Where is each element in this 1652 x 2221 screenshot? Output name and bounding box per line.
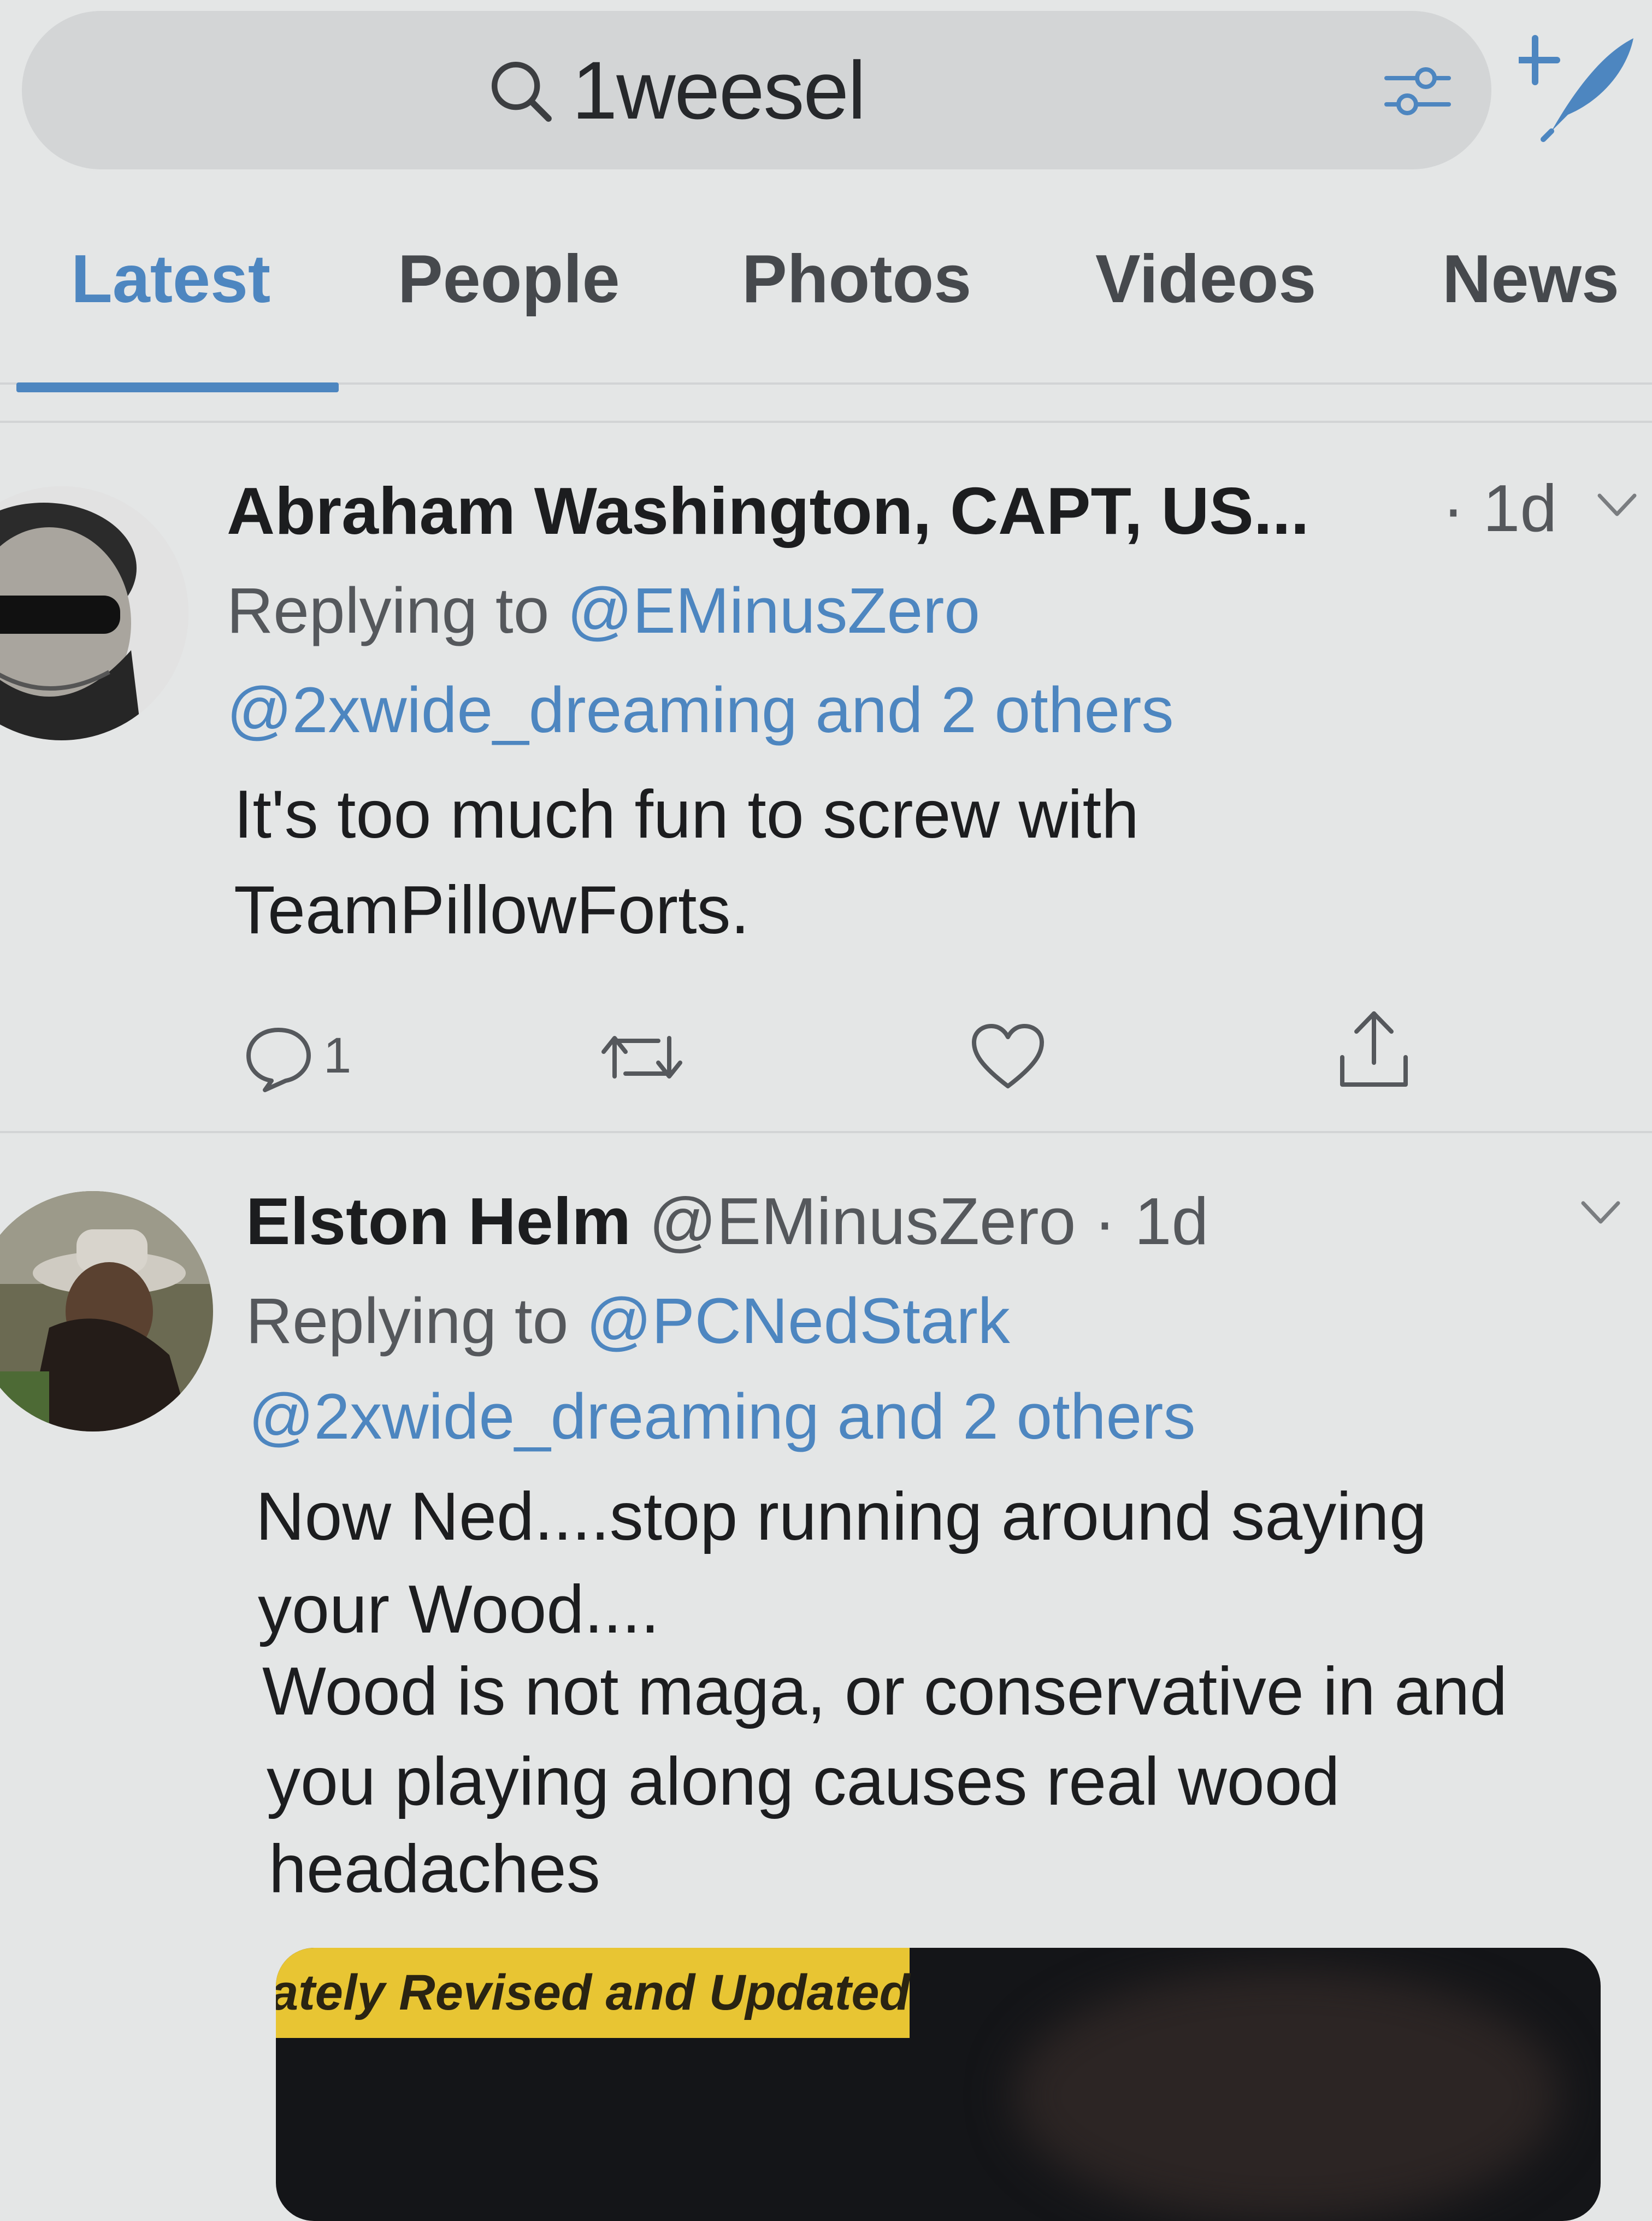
mention-link[interactable]: @EMinusZero <box>567 575 980 647</box>
media-banner: ately Revised and Updated <box>276 1948 910 2038</box>
tab-photos[interactable]: Photos <box>742 240 971 318</box>
divider <box>0 1131 1652 1133</box>
compose-tweet-icon[interactable] <box>1519 22 1639 142</box>
avatar-portrait-icon <box>0 486 188 740</box>
retweet-icon[interactable] <box>598 1027 686 1087</box>
search-query[interactable]: 1weesel <box>572 43 866 138</box>
search-field[interactable]: 1weesel <box>22 11 1491 169</box>
like-heart-icon[interactable] <box>970 1022 1046 1093</box>
mention-link[interactable]: @PCNedStark <box>586 1285 1010 1357</box>
tweet-body-line: headaches <box>269 1831 600 1907</box>
avatar[interactable] <box>0 486 188 740</box>
tweet-header: Elston Helm @EMinusZero · 1d <box>246 1183 1208 1259</box>
tweet-body-line: you playing along causes real wood <box>267 1744 1340 1819</box>
tab-videos[interactable]: Videos <box>1095 240 1316 318</box>
avatar[interactable] <box>0 1191 213 1431</box>
search-filter-icon[interactable] <box>1382 57 1453 123</box>
tweet-author-name[interactable]: Elston Helm <box>246 1184 631 1258</box>
share-icon[interactable] <box>1336 1005 1412 1093</box>
tab-latest[interactable]: Latest <box>71 240 270 318</box>
reply-count: 1 <box>323 1028 352 1083</box>
search-field-content: 1weesel <box>22 11 1491 169</box>
divider <box>0 421 1652 423</box>
tweet-body-line: Wood is not maga, or conservative in and <box>262 1654 1508 1729</box>
tweet-timestamp: · 1d <box>1094 1184 1209 1258</box>
chevron-down-icon[interactable] <box>1579 1197 1622 1229</box>
tweet-body-line: your Wood.... <box>258 1572 660 1647</box>
avatar-photo-icon <box>0 1191 213 1431</box>
media-image-content <box>1013 1970 1560 2221</box>
search-icon <box>491 61 552 122</box>
replying-prefix: Replying to <box>246 1285 569 1357</box>
replying-line: Replying to @EMinusZero <box>227 574 980 648</box>
replying-prefix: Replying to <box>227 575 550 647</box>
tweet-body-line: Now Ned....stop running around saying <box>256 1479 1427 1554</box>
search-tabs: Latest People Photos Videos News <box>0 219 1652 399</box>
search-bar-row: 1weesel <box>0 0 1652 180</box>
tweet-author-name[interactable]: Abraham Washington, CAPT, US... <box>227 473 1309 549</box>
active-tab-indicator <box>16 382 339 392</box>
media-caption: ately Revised and Updated <box>276 1965 910 2020</box>
mention-more-link[interactable]: @2xwide_dreaming and 2 others <box>249 1380 1195 1454</box>
chevron-down-icon[interactable] <box>1595 489 1639 522</box>
tweet-media[interactable]: ately Revised and Updated <box>276 1948 1601 2221</box>
tweet-author-handle[interactable]: @EMinusZero <box>649 1184 1076 1258</box>
reply-icon[interactable] <box>243 1022 314 1093</box>
tweet-body-line: TeamPillowForts. <box>234 873 750 948</box>
replying-line: Replying to @PCNedStark <box>246 1284 1010 1358</box>
tweet-body-line: It's too much fun to screw with <box>234 777 1139 852</box>
tab-people[interactable]: People <box>398 240 620 318</box>
tweet-timestamp: · 1d <box>1442 471 1557 545</box>
tab-news[interactable]: News <box>1442 240 1619 318</box>
mention-more-link[interactable]: @2xwide_dreaming and 2 others <box>227 673 1173 747</box>
